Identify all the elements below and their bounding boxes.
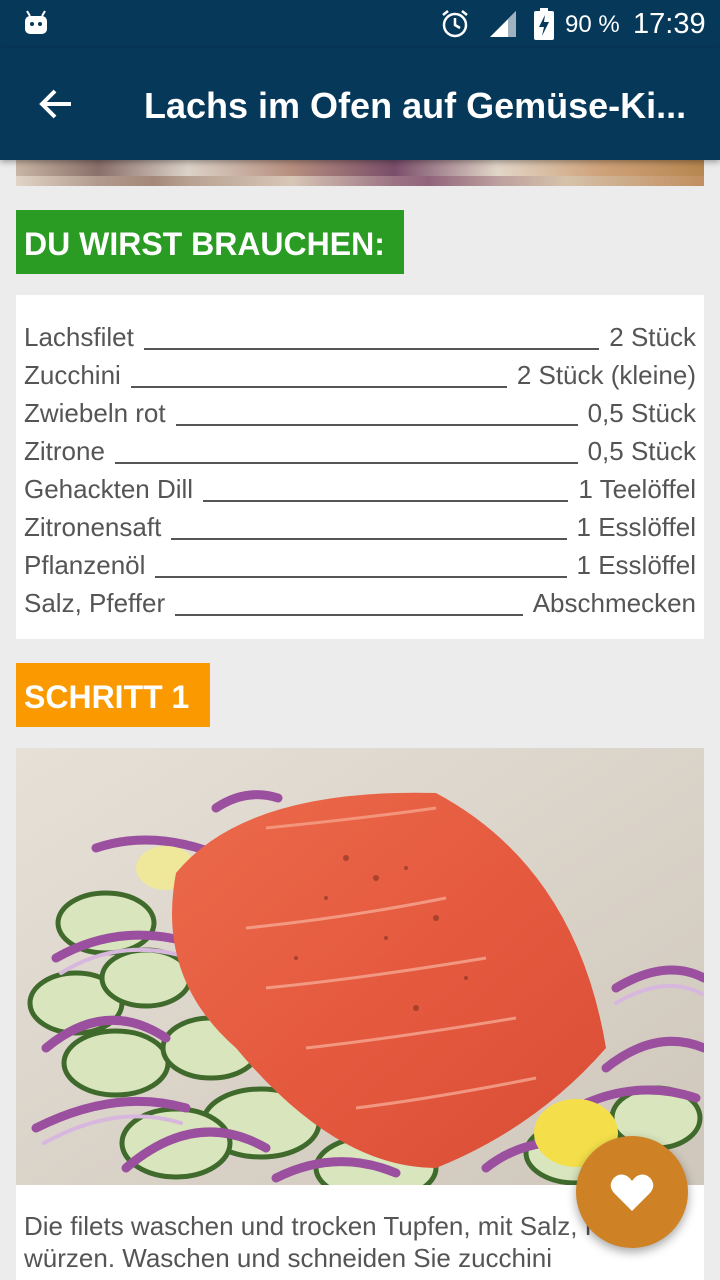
leader-line [114,462,578,464]
ingredient-name: Lachsfilet [24,322,134,352]
leader-line [175,614,523,616]
ingredient-row: Zitronensaft 1 Esslöffel [24,505,696,543]
ingredient-amount: 1 Teelöffel [578,474,696,504]
ingredient-row: Gehackten Dill 1 Teelöffel [24,467,696,505]
ingredient-amount: Abschmecken [532,588,696,618]
ingredient-name: Zucchini [24,360,121,390]
battery-percent: 90 % [565,11,620,38]
ingredient-amount: 2 Stück (kleine) [516,360,696,390]
step-heading: SCHRITT 1 [16,663,210,727]
hero-image [16,160,704,186]
page-title: Lachs im Ofen auf Gemüse-Ki... [144,85,687,126]
ingredients-list: Lachsfilet 2 Stück Zucchini 2 Stück (kle… [16,295,704,639]
leader-line [203,500,569,502]
leader-line [171,538,567,540]
battery-charging-icon [534,8,554,40]
favorite-button[interactable] [576,1136,688,1248]
leader-line [130,386,507,388]
ingredient-name: Salz, Pfeffer [24,588,166,618]
leader-line [143,348,600,350]
ingredient-name: Zitrone [24,436,105,466]
ingredients-heading: DU WIRST BRAUCHEN: [16,210,404,274]
heart-icon [610,1174,654,1211]
android-icon [25,10,47,34]
status-bar: 90 % 17:39 [0,0,720,48]
leader-line [155,576,567,578]
ingredient-name: Gehackten Dill [24,474,194,504]
leader-line [175,424,578,426]
ingredient-row: Pflanzenöl 1 Esslöffel [24,543,696,581]
ingredient-name: Zwiebeln rot [24,398,166,428]
ingredient-row: Zwiebeln rot 0,5 Stück [24,391,696,429]
ingredient-name: Zitronensaft [24,512,162,542]
ingredient-row: Zucchini 2 Stück (kleine) [24,353,696,391]
ingredient-amount: 1 Esslöffel [576,550,696,580]
salmon-photo [16,748,704,1185]
ingredient-amount: 0,5 Stück [587,436,696,466]
ingredient-row: Salz, Pfeffer Abschmecken [24,581,696,619]
ingredient-name: Pflanzenöl [24,550,146,580]
signal-icon [490,11,516,37]
ingredient-amount: 2 Stück [609,322,696,352]
ingredient-row: Lachsfilet 2 Stück [24,315,696,353]
clock: 17:39 [633,8,706,40]
ingredient-amount: 0,5 Stück [587,398,696,428]
arrow-left-icon [39,89,71,119]
ingredient-amount: 1 Esslöffel [576,512,696,542]
ingredient-row: Zitrone 0,5 Stück [24,429,696,467]
back-button[interactable] [28,78,84,130]
alarm-icon [442,10,468,38]
app-bar: Lachs im Ofen auf Gemüse-Ki... [0,48,720,160]
step-image [16,748,704,1185]
